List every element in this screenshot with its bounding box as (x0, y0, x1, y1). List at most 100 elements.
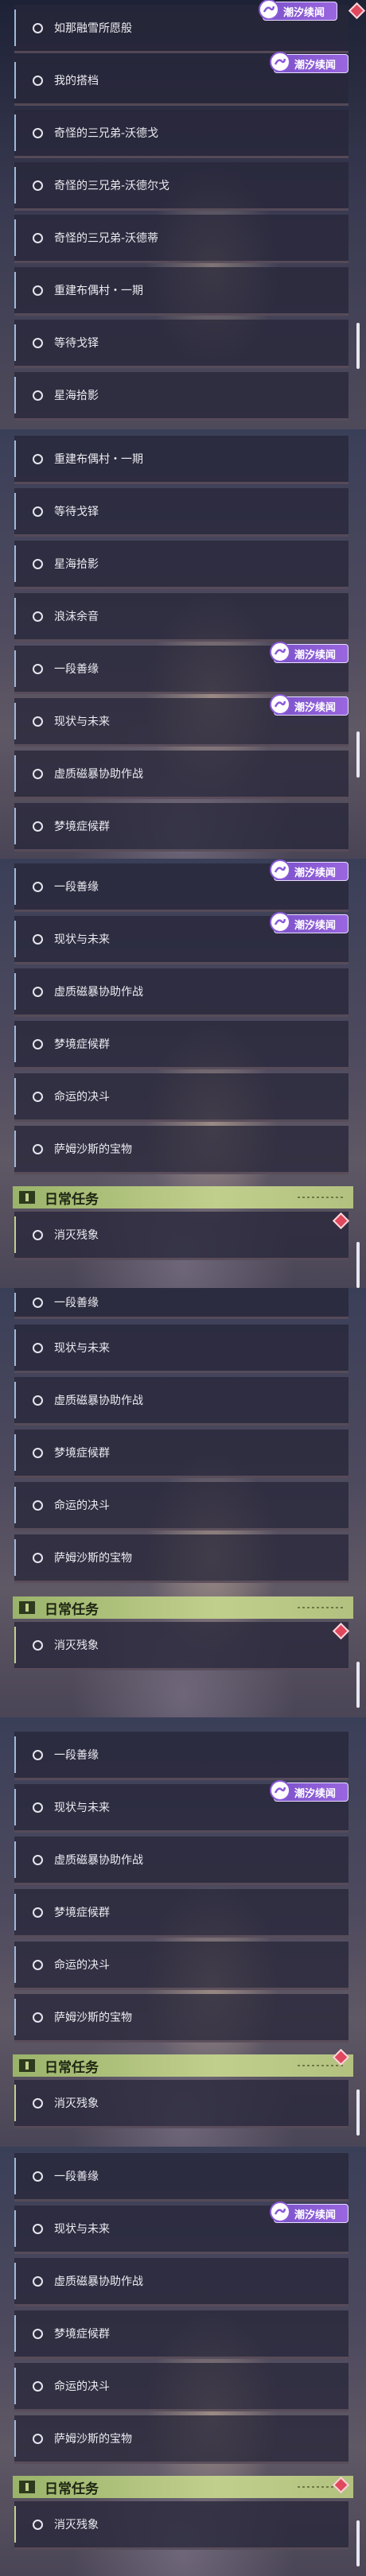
scrollbar-thumb[interactable] (356, 1242, 360, 1288)
quest-item[interactable]: 星海拾影 (14, 372, 348, 421)
badge-label: 潮汐续闻 (294, 867, 337, 879)
quest-item[interactable]: 星海拾影 (14, 541, 348, 589)
header-decoration (298, 1197, 345, 1198)
circle-icon (33, 1749, 43, 1760)
quest-item[interactable]: 萨姆沙斯的宝物 (14, 1994, 348, 2043)
circle-icon (33, 1499, 43, 1511)
quest-label: 命运的决斗 (54, 2380, 110, 2393)
circle-icon (33, 75, 43, 86)
row-accent (14, 2085, 16, 2121)
quest-item[interactable]: 浪沫余音 (14, 593, 348, 642)
wave-icon (270, 859, 290, 880)
quest-panel-4: 一段善缘 现状与未来 虚质磁暴协助作战 梦境症候群 命运的决斗 萨姆沙斯的宝物 … (0, 1288, 366, 1717)
quest-item[interactable]: 命运的决斗 (14, 1073, 348, 1122)
quest-label: 萨姆沙斯的宝物 (54, 1552, 132, 1565)
quest-item[interactable]: 等待戈铎 (14, 488, 348, 537)
quest-item[interactable]: 梦境症候群 (14, 1021, 348, 1069)
badge-label: 潮汐续闻 (294, 2209, 337, 2221)
daily-tasks-header[interactable]: 日常任务 (13, 1596, 353, 1619)
circle-icon (33, 127, 43, 138)
row-accent (14, 272, 16, 308)
quest-label: 虚质磁暴协助作战 (54, 768, 143, 781)
quest-item[interactable]: 虚质磁暴协助作战 (14, 968, 348, 1017)
row-accent (14, 324, 16, 361)
scrollbar-thumb[interactable] (356, 731, 360, 778)
quest-item[interactable]: 重建布偶村・一期 (14, 267, 348, 316)
circle-icon (33, 1639, 43, 1651)
row-accent (14, 1131, 16, 1167)
scrollbar-thumb[interactable] (356, 2520, 360, 2566)
new-story-badge: 潮汐续闻 (270, 642, 348, 663)
quest-label: 一段善缘 (54, 663, 99, 676)
section-title: 日常任务 (45, 2481, 99, 2497)
wave-icon (270, 642, 290, 662)
quest-item[interactable]: 命运的决斗 (14, 1482, 348, 1530)
quest-item[interactable]: 萨姆沙斯的宝物 (14, 2415, 348, 2464)
quest-panel-5: 一段善缘 现状与未来 虚质磁暴协助作战 梦境症候群 命运的决斗 萨姆沙斯的宝物 … (0, 1717, 366, 2147)
quest-item[interactable]: 奇怪的三兄弟-沃德戈 (14, 110, 348, 158)
header-decoration (298, 2065, 345, 2066)
quest-item[interactable]: 一段善缘 (14, 1288, 348, 1319)
row-accent (14, 808, 16, 844)
quest-label: 命运的决斗 (54, 1959, 110, 1972)
scrollbar-thumb[interactable] (356, 1662, 360, 1708)
quest-item[interactable]: 虚质磁暴协助作战 (14, 1837, 348, 1885)
badge-label: 潮汐续闻 (294, 59, 337, 72)
daily-tasks-header[interactable]: 日常任务 (13, 2054, 353, 2077)
scrollbar-thumb[interactable] (356, 323, 360, 369)
daily-tasks-header[interactable]: 日常任务 (13, 1186, 353, 1208)
quest-label: 一段善缘 (54, 1749, 99, 1762)
new-story-badge: 潮汐续闻 (270, 52, 348, 73)
quest-item[interactable]: 奇怪的三兄弟-沃德蒂 (14, 215, 348, 263)
quest-item[interactable]: 一段善缘 (14, 1732, 348, 1780)
quest-item[interactable]: 萨姆沙斯的宝物 (14, 1534, 348, 1583)
circle-icon (33, 1091, 43, 1102)
row-accent (14, 868, 16, 905)
scrollbar-thumb[interactable] (356, 2089, 360, 2136)
quest-label: 虚质磁暴协助作战 (54, 1395, 143, 1407)
quest-label: 一段善缘 (54, 2171, 99, 2183)
circle-icon (33, 2433, 43, 2444)
quest-item[interactable]: 虚质磁暴协助作战 (14, 1377, 348, 1426)
quest-label: 星海拾影 (54, 558, 99, 571)
quest-label: 消灭残象 (54, 1229, 99, 1242)
quest-item[interactable]: 虚质磁暴协助作战 (14, 2258, 348, 2306)
daily-quest-item[interactable]: 消灭残象 (14, 1212, 348, 1260)
row-accent (14, 703, 16, 739)
daily-quest-item[interactable]: 消灭残象 (14, 2501, 348, 2550)
quest-item[interactable]: 命运的决斗 (14, 1942, 348, 1990)
quest-item[interactable]: 虚质磁暴协助作战 (14, 751, 348, 799)
quest-item[interactable]: 梦境症候群 (14, 1430, 348, 1478)
circle-icon (33, 611, 43, 622)
quest-item[interactable]: 现状与未来 (14, 1325, 348, 1373)
circle-icon (33, 1552, 43, 1563)
row-accent (14, 2315, 16, 2352)
quest-item[interactable]: 萨姆沙斯的宝物 (14, 1126, 348, 1174)
daily-quest-item[interactable]: 消灭残象 (14, 2080, 348, 2128)
row-accent (14, 1789, 16, 1825)
quest-item[interactable]: 梦境症候群 (14, 803, 348, 852)
badge-label: 潮汐续闻 (294, 919, 337, 932)
quest-panel-6: 一段善缘 现状与未来 虚质磁暴协助作战 梦境症候群 命运的决斗 萨姆沙斯的宝物 … (0, 2147, 366, 2576)
row-accent (14, 1329, 16, 1366)
new-story-badge: 潮汐续闻 (270, 912, 348, 933)
circle-icon (33, 232, 43, 243)
quest-label: 奇怪的三兄弟-沃德戈 (54, 127, 159, 140)
row-accent (14, 1078, 16, 1115)
circle-icon (33, 558, 43, 569)
quest-item[interactable]: 等待戈铎 (14, 320, 348, 368)
quest-label: 现状与未来 (54, 2223, 110, 2236)
quest-label: 现状与未来 (54, 933, 110, 946)
quest-item[interactable]: 梦境症候群 (14, 2310, 348, 2359)
new-story-badge: 潮汐续闻 (270, 1780, 348, 1802)
alert-gem-icon (348, 2, 366, 20)
circle-icon (33, 2171, 43, 2182)
quest-item[interactable]: 奇怪的三兄弟-沃德尔戈 (14, 162, 348, 211)
quest-item[interactable]: 重建布偶村・一期 (14, 436, 348, 484)
quest-item[interactable]: 梦境症候群 (14, 1889, 348, 1938)
quest-item[interactable]: 命运的决斗 (14, 2363, 348, 2411)
daily-quest-item[interactable]: 消灭残象 (14, 1622, 348, 1670)
row-accent (14, 1487, 16, 1523)
quest-item[interactable]: 一段善缘 (14, 2153, 348, 2202)
daily-tasks-header[interactable]: 日常任务 (13, 2476, 353, 2498)
